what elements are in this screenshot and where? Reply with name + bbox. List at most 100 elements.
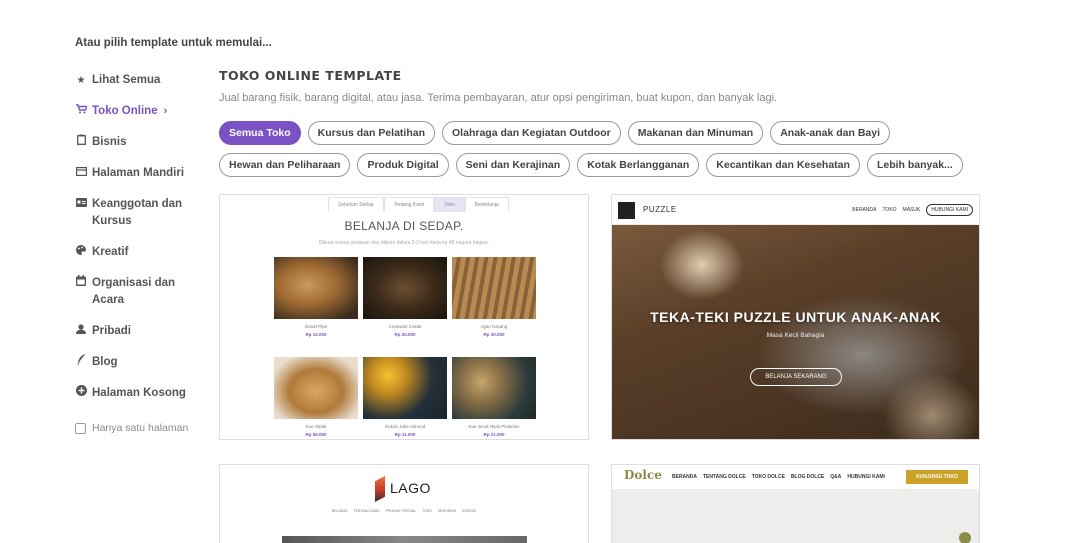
sidebar-item-pribadi[interactable]: Pribadi [75,323,200,340]
chip-kecantikan[interactable]: Kecantikan dan Kesehatan [706,153,860,177]
decoration-icon [959,532,971,543]
preview-menu-item: HUBUNGI KAMI [847,474,885,480]
product-card: Croissant Coklat Rp 20.000 [363,257,447,337]
preview-nav-item: PRODUK SPESIAL [385,509,416,513]
product-image [274,357,358,419]
product-image [452,257,536,319]
preview-menu: BERANDA TOKO MASUK HUBUNGI KAMI [852,204,973,216]
template-card-lago[interactable]: LAGO BELANJA TENTANG KAMI PRODUK SPESIAL… [219,464,589,543]
filter-chips-row-1: Semua Toko Kursus dan Pelatihan Olahraga… [219,121,989,145]
product-name: Ujian Kacang [480,324,508,329]
product-image [363,257,447,319]
preview-brand: PUZZLE [643,205,677,214]
product-price: Rp 11.000 [394,432,416,437]
product-price: Rp 21.000 [483,432,505,437]
preview-menu-item: BLOG DOLCE [790,474,825,480]
preview-header: PUZZLE BERANDA TOKO MASUK HUBUNGI KAMI [612,195,979,225]
chip-produk-digital[interactable]: Produk Digital [357,153,449,177]
checkbox-box[interactable] [75,422,86,434]
hero-title: TEKA-TEKI PUZZLE UNTUK ANAK-ANAK [650,309,941,325]
chip-lebih-banyak[interactable]: Lebih banyak... [866,153,963,177]
window-icon [75,165,87,182]
single-page-label: Hanya satu halaman [92,422,189,434]
preview-subtitle: Dibuat sesuai pesanan dan dikirim dalam … [318,240,490,246]
sidebar-item-label: Halaman Kosong [92,387,186,399]
sidebar-item-label: Organisasi dan Acara [92,277,176,306]
preview-contact-button: HUBUNGI KAMI [926,204,973,216]
product-card: Donat Pipe Rp 12.000 [274,257,358,337]
preview-nav-item: Sebelum Sedap [328,197,384,212]
sidebar-item-label: Lihat Semua [92,74,161,86]
sidebar-item-halaman-mandiri[interactable]: Halaman Mandiri [75,165,200,182]
product-name: Dukuh Jahe Almond [384,424,426,429]
sidebar-item-blog[interactable]: Blog [75,354,200,371]
chip-semua-toko[interactable]: Semua Toko [219,121,301,145]
chip-hewan[interactable]: Hewan dan Peliharaan [219,153,351,177]
preview-brand: Dolce [624,468,662,482]
filter-chips-row-2: Hewan dan Peliharaan Produk Digital Seni… [219,153,989,177]
preview-hero-image: TEKA-TEKI PUZZLE UNTUK ANAK-ANAK Masa Ke… [612,225,979,439]
lago-logo-icon [375,476,385,502]
preview-nav-item: Tentang Kami [383,197,435,212]
product-image [452,357,536,419]
product-price: Rp 20.000 [394,332,416,337]
product-card: Ujian Kacang Rp 30.000 [452,257,536,337]
category-sidebar: ★ Lihat Semua Toko Online › Bisnis Halam… [75,72,200,434]
user-icon [75,323,87,340]
product-card: Kue Steak Rp 56.000 [274,357,358,437]
section-description: Jual barang fisik, barang digital, atau … [219,92,778,104]
product-image [274,257,358,319]
sidebar-item-halaman-kosong[interactable]: Halaman Kosong [75,385,200,402]
sidebar-item-bisnis[interactable]: Bisnis [75,134,200,151]
preview-nav-item: Berbelanja [464,197,509,212]
product-image [363,357,447,419]
page-heading: Atau pilih template untuk memulai... [75,37,272,49]
id-card-icon [75,196,87,213]
sidebar-item-label: Pribadi [92,325,131,337]
product-price: Rp 30.000 [483,332,505,337]
product-name: Kue Jeruk Nipis Pistachio [468,424,520,429]
sidebar-item-organisasi[interactable]: Organisasi dan Acara [75,275,200,309]
chip-seni[interactable]: Seni dan Kerajinan [455,153,571,177]
chip-kursus[interactable]: Kursus dan Pelatihan [307,121,436,145]
sidebar-item-lihat-semua[interactable]: ★ Lihat Semua [75,72,200,89]
chevron-right-icon: › [163,105,168,117]
chip-olahraga[interactable]: Olahraga dan Kegiatan Outdoor [442,121,621,145]
template-card-dolce[interactable]: Dolce BERANDA TENTANG DOLCE TOKO DOLCE B… [611,464,980,543]
feather-icon [75,354,87,371]
preview-hero-image [282,536,527,543]
sidebar-item-label: Blog [92,356,118,368]
sidebar-item-kreatif[interactable]: Kreatif [75,244,200,261]
preview-body [612,489,979,543]
chip-makanan[interactable]: Makanan dan Minuman [627,121,764,145]
single-page-checkbox[interactable]: Hanya satu halaman [75,422,200,434]
product-price: Rp 12.000 [305,332,327,337]
calendar-icon [75,275,87,292]
product-name: Donat Pipe [304,324,328,329]
hero-button: BELANJA SEKARANG [750,368,842,386]
preview-nav-item: Toko [434,197,465,212]
sidebar-item-keanggotan[interactable]: Keanggotan dan Kursus [75,196,200,230]
sidebar-item-toko-online[interactable]: Toko Online › [75,103,200,120]
chip-anak[interactable]: Anak-anak dan Bayi [770,121,891,145]
puzzle-logo-icon [618,202,635,219]
template-card-bakery[interactable]: Sebelum Sedap Tentang Kami Toko Berbelan… [219,194,589,440]
preview-menu-item: BERANDA [852,207,877,213]
preview-nav-item: DEKORASI [437,509,456,513]
product-price: Rp 56.000 [305,432,327,437]
preview-nav: BELANJA TENTANG KAMI PRODUK SPESIAL TOKO… [220,509,588,513]
sidebar-item-label: Halaman Mandiri [92,167,185,179]
palette-icon [75,244,87,261]
product-card: Dukuh Jahe Almond Rp 11.000 [363,357,447,437]
preview-menu-item: MASUK [902,207,921,213]
preview-header: Dolce BERANDA TENTANG DOLCE TOKO DOLCE B… [612,465,979,489]
preview-menu-item: Q&A [830,474,842,480]
preview-menu-item: TOKO [882,207,897,213]
product-name: Croissant Coklat [388,324,422,329]
sidebar-item-label: Keanggotan dan Kursus [92,198,183,227]
preview-cta-button: KUNJUNGI TOKO [906,470,968,484]
chip-kotak[interactable]: Kotak Berlangganan [577,153,700,177]
preview-nav-item: BELANJA [331,509,348,513]
template-card-puzzle[interactable]: PUZZLE BERANDA TOKO MASUK HUBUNGI KAMI T… [611,194,980,440]
cart-icon [75,103,88,120]
